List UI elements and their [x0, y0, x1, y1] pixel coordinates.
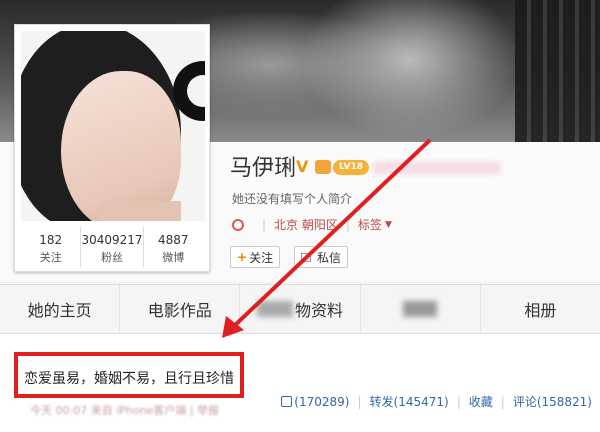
annotation-arrow — [222, 138, 432, 338]
